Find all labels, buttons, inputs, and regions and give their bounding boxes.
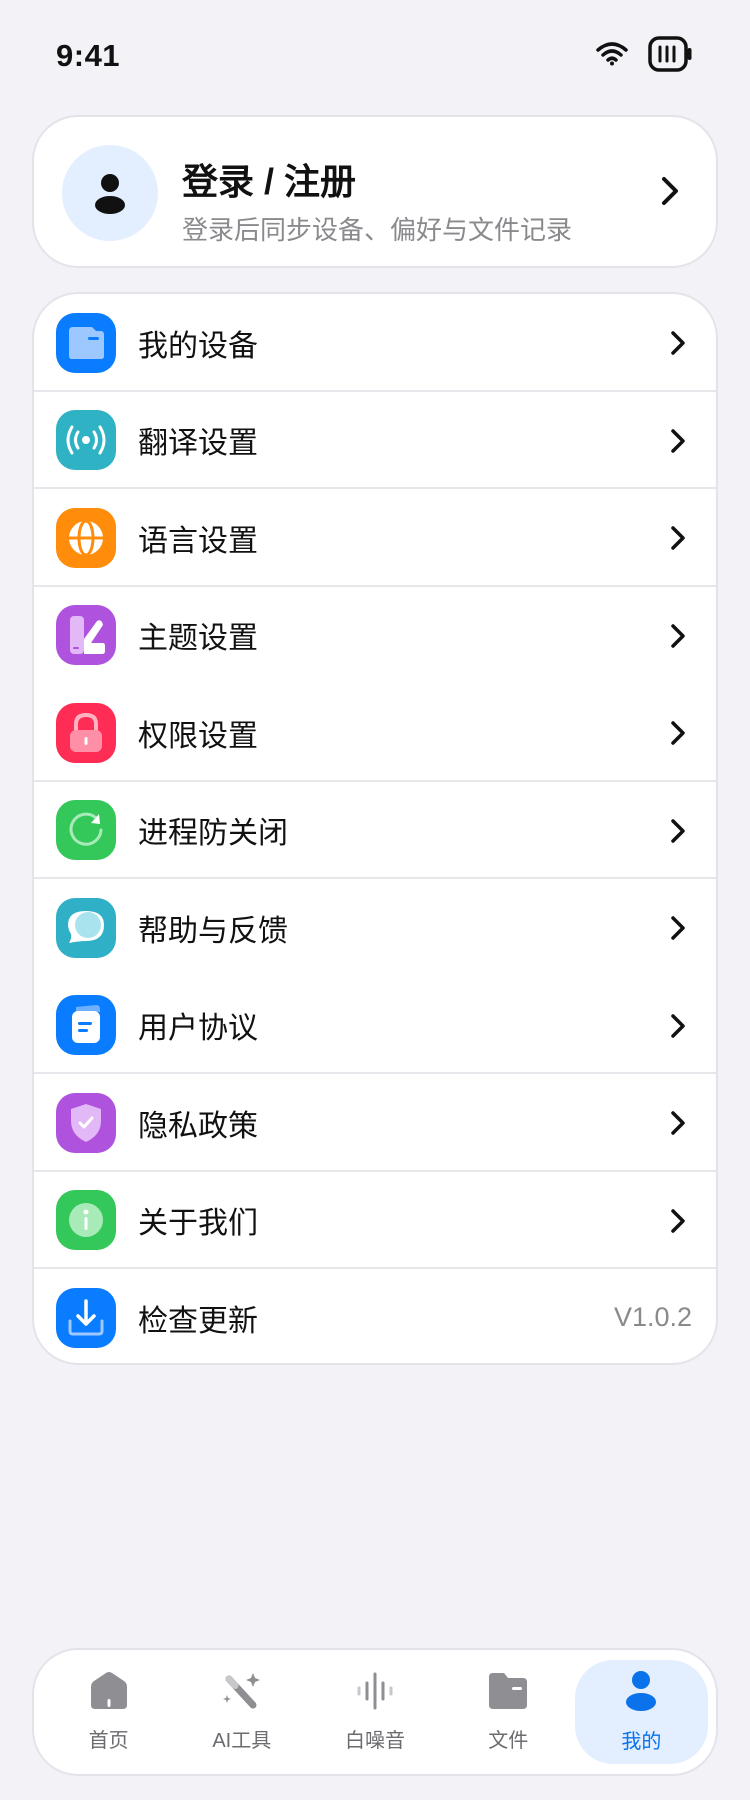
menu-item-my-devices[interactable]: 我的设备 (34, 294, 716, 392)
chevron-right-icon (670, 1208, 686, 1239)
tab-home[interactable]: 首页 (42, 1660, 175, 1764)
chevron-right-icon (670, 1013, 686, 1044)
tab-label: 白噪音 (345, 1730, 405, 1752)
chat-bubble-icon (56, 897, 116, 958)
chevron-right-icon (670, 525, 686, 556)
menu-item-label: 进程防关闭 (138, 817, 288, 851)
chevron-right-icon (670, 428, 686, 459)
globe-icon (56, 507, 116, 568)
menu-item-check-update[interactable]: 检查更新 V1.0.2 (34, 1269, 716, 1363)
home-icon (88, 1671, 130, 1716)
chevron-right-icon (670, 330, 686, 361)
status-time: 9:41 (56, 38, 121, 73)
tab-white-noise[interactable]: 白噪音 (308, 1660, 441, 1764)
login-card[interactable]: 登录 / 注册 登录后同步设备、偏好与文件记录 (32, 115, 718, 268)
settings-menu: 我的设备 翻译设置 语言设置 主题设置 权限设置 进程防关闭 帮助与反馈 用户协… (32, 292, 718, 1365)
info-icon (56, 1190, 116, 1251)
menu-item-label: 用户协议 (138, 1012, 258, 1046)
tab-label: 文件 (488, 1730, 529, 1752)
folder-icon (56, 312, 116, 373)
menu-item-privacy-policy[interactable]: 隐私政策 (34, 1074, 716, 1172)
tab-me[interactable]: 我的 (574, 1660, 709, 1764)
download-icon (56, 1287, 116, 1348)
menu-item-label: 权限设置 (138, 719, 258, 753)
menu-item-label: 翻译设置 (138, 427, 258, 461)
broadcast-icon (56, 410, 116, 471)
document-icon (56, 995, 116, 1056)
menu-item-language-settings[interactable]: 语言设置 (34, 489, 716, 587)
menu-item-process-keepalive[interactable]: 进程防关闭 (34, 782, 716, 880)
waveform-icon (354, 1671, 396, 1716)
tab-label: 首页 (88, 1730, 129, 1752)
menu-item-label: 检查更新 (138, 1304, 258, 1338)
menu-item-label: 帮助与反馈 (138, 914, 288, 948)
login-subtitle: 登录后同步设备、偏好与文件记录 (182, 215, 573, 245)
avatar (62, 145, 158, 241)
status-bar: 9:41 (0, 0, 750, 110)
menu-item-label: 主题设置 (138, 622, 258, 656)
magic-wand-icon (221, 1671, 263, 1716)
menu-item-label: 语言设置 (138, 524, 258, 558)
chevron-right-icon (670, 623, 686, 654)
folder-icon (487, 1671, 529, 1716)
menu-item-permission-settings[interactable]: 权限设置 (34, 684, 716, 782)
refresh-icon (56, 800, 116, 861)
person-icon (624, 1670, 658, 1717)
chevron-right-icon (660, 175, 680, 212)
menu-item-help-feedback[interactable]: 帮助与反馈 (34, 879, 716, 977)
wifi-icon (596, 42, 628, 71)
tab-bar: 首页 AI工具 白噪音 文件 我的 (32, 1648, 718, 1776)
chevron-right-icon (670, 818, 686, 849)
version-label: V1.0.2 (613, 1302, 692, 1333)
menu-item-about-us[interactable]: 关于我们 (34, 1172, 716, 1270)
lock-icon (56, 702, 116, 763)
brush-icon (56, 605, 116, 666)
person-icon (95, 174, 125, 214)
chevron-right-icon (670, 720, 686, 751)
tab-label: 我的 (621, 1731, 662, 1753)
battery-icon (648, 36, 692, 77)
tab-ai-tools[interactable]: AI工具 (175, 1660, 308, 1764)
chevron-right-icon (670, 915, 686, 946)
menu-item-theme-settings[interactable]: 主题设置 (34, 587, 716, 685)
menu-item-label: 我的设备 (138, 329, 258, 363)
menu-item-user-agreement[interactable]: 用户协议 (34, 977, 716, 1075)
chevron-right-icon (670, 1110, 686, 1141)
menu-item-label: 关于我们 (138, 1207, 258, 1241)
menu-item-translation-settings[interactable]: 翻译设置 (34, 392, 716, 490)
shield-icon (56, 1092, 116, 1153)
login-title: 登录 / 注册 (182, 161, 357, 202)
tab-label: AI工具 (212, 1730, 272, 1752)
menu-item-label: 隐私政策 (138, 1109, 258, 1143)
tab-files[interactable]: 文件 (442, 1660, 575, 1764)
